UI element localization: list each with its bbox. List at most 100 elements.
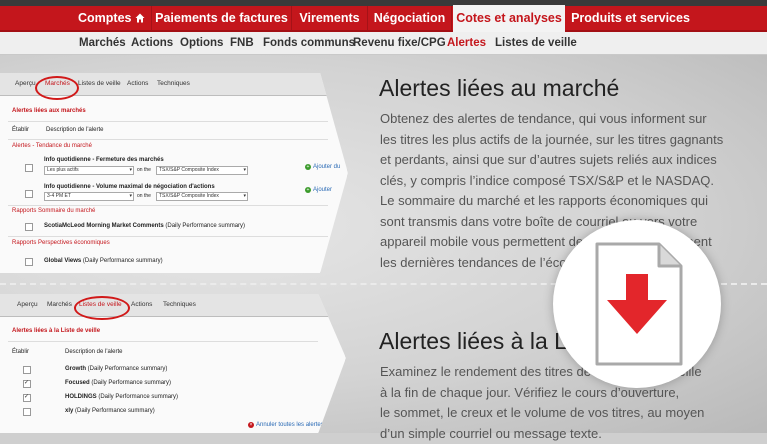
nav-produits-services[interactable]: Produits et services — [565, 6, 696, 30]
watchlist-item: Growth (Daily Performance summary) — [65, 366, 167, 372]
col-establish: Établir — [12, 127, 29, 133]
nav-virements[interactable]: Virements — [292, 6, 368, 30]
tab-techniques[interactable]: Techniques — [163, 294, 196, 316]
alert-select[interactable]: 3-4 PM ET — [44, 192, 134, 201]
nav-negociation-label: Négociation — [374, 11, 446, 25]
text-line: clés, y compris l’indice composé TSX/S&P… — [380, 171, 723, 192]
alert-checkbox[interactable] — [25, 164, 33, 172]
add-alert-link[interactable]: +Ajouter du — [305, 164, 340, 170]
watchlist-checkbox[interactable] — [23, 408, 31, 416]
on-the-label: on the — [137, 193, 151, 199]
section1-title: Alertes liées au marché — [379, 75, 619, 102]
section-outlook: Rapports Perspectives économiques — [12, 240, 110, 246]
subnav-options[interactable]: Options — [180, 32, 223, 54]
add-alert-label: Ajouter du — [313, 164, 340, 170]
tab-actions[interactable]: Actions — [131, 294, 152, 316]
text-line: Obtenez des alertes de tendance, qui vou… — [380, 109, 723, 130]
rule — [8, 341, 318, 342]
market-alerts-preview: Aperçu Marchés Listes de veille Actions … — [0, 73, 348, 273]
tab-actions[interactable]: Actions — [127, 73, 148, 95]
add-alert-link[interactable]: +Ajouter — [305, 187, 332, 193]
tab-listes-veille[interactable]: Listes de veille — [78, 73, 121, 95]
watchlist-name: xly — [65, 408, 73, 414]
section-summary: Rapports Sommaire du marché — [12, 208, 95, 214]
nav-paiements-label: Paiements de factures — [155, 11, 288, 25]
subnav-actions[interactable]: Actions — [131, 32, 173, 54]
nav-produits-label: Produits et services — [571, 11, 690, 25]
summary-name: ScotiaMcLeod Morning Market Comments — [44, 223, 164, 229]
subnav-fnb[interactable]: FNB — [230, 32, 254, 54]
cancel-all-link[interactable]: ×Annuler toutes les alertes — [248, 422, 324, 428]
watchlist-checkbox[interactable]: ✓ — [23, 380, 31, 388]
text-line: d’un simple courriel ou message texte. — [380, 424, 704, 444]
watchlist-checkbox[interactable] — [23, 366, 31, 374]
nav-paiements[interactable]: Paiements de factures — [152, 6, 292, 30]
watchlist-alerts-preview: Aperçu Marchés Listes de veille Actions … — [0, 294, 346, 433]
check-icon: ✓ — [24, 393, 29, 400]
rule — [8, 236, 328, 237]
watchlist-note: (Daily Performance summary) — [88, 366, 168, 372]
text-line: et perdants, ainsi que sur d’autres suje… — [380, 150, 723, 171]
alert-title: Info quotidienne - Volume maximal de nég… — [44, 184, 215, 190]
main-nav: Comptes Paiements de factures Virements … — [0, 6, 767, 32]
alert-checkbox[interactable] — [25, 190, 33, 198]
alert-checkbox[interactable] — [25, 258, 33, 266]
subnav-listes-veille[interactable]: Listes de veille — [495, 32, 577, 54]
col-description: Description de l'alerte — [65, 349, 123, 355]
nav-cotes-analyses[interactable]: Cotes et analyses — [453, 5, 565, 32]
highlight-circle — [35, 76, 79, 100]
watchlist-name: Focused — [65, 380, 90, 386]
check-icon: ✓ — [24, 379, 29, 386]
watchlist-note: (Daily Performance summary) — [91, 380, 171, 386]
add-icon: + — [305, 187, 311, 193]
nav-comptes-label: Comptes — [78, 11, 131, 25]
preview-tabs: Aperçu Marchés Listes de veille Actions … — [0, 294, 346, 317]
watchlist-checkbox[interactable]: ✓ — [23, 394, 31, 402]
watchlist-item: Focused (Daily Performance summary) — [65, 380, 171, 386]
alert-select[interactable]: Les plus actifs — [44, 166, 134, 175]
watchlist-note: (Daily Performance summary) — [98, 394, 178, 400]
outlook-item: Global Views (Daily Performance summary) — [44, 258, 163, 264]
alert-title: Info quotidienne - Fermeture des marchés — [44, 157, 164, 163]
outlook-note: (Daily Performance summary) — [83, 258, 163, 264]
panel-heading: Alertes liées à la Liste de veille — [12, 328, 100, 334]
nav-cotes-label: Cotes et analyses — [456, 11, 562, 25]
download-button[interactable] — [553, 220, 721, 388]
highlight-circle — [74, 296, 130, 320]
tab-techniques[interactable]: Techniques — [157, 73, 190, 95]
rule — [8, 121, 328, 122]
text-line: Le sommaire du marché et les rapports éc… — [380, 191, 723, 212]
home-icon — [135, 13, 145, 23]
text-line: le sommet, le creux et le volume de vos … — [380, 403, 704, 424]
sub-nav: Marchés Actions Options FNB Fonds commun… — [0, 32, 767, 55]
nav-negociation[interactable]: Négociation — [368, 6, 452, 30]
subnav-fonds-communs[interactable]: Fonds communs — [263, 32, 355, 54]
watchlist-item: xly (Daily Performance summary) — [65, 408, 155, 414]
alert-checkbox[interactable] — [25, 223, 33, 231]
cancel-all-label: Annuler toutes les alertes — [256, 422, 324, 428]
subnav-marches[interactable]: Marchés — [79, 32, 126, 54]
rule — [8, 205, 328, 206]
watchlist-note: (Daily Performance summary) — [75, 408, 155, 414]
watchlist-name: Growth — [65, 366, 86, 372]
on-the-label: on the — [137, 167, 151, 173]
text-line: les titres les plus actifs de la journée… — [380, 130, 723, 151]
subnav-revenu-fixe[interactable]: Revenu fixe/CPG — [353, 32, 446, 54]
summary-note: (Daily Performance summary) — [165, 223, 245, 229]
section-trend: Alertes - Tendance du marché — [12, 143, 92, 149]
add-alert-label: Ajouter — [313, 187, 332, 193]
index-select[interactable]: TSX/S&P Composite Index — [156, 192, 248, 201]
nav-comptes[interactable]: Comptes — [72, 6, 152, 30]
watchlist-name: HOLDINGS — [65, 394, 97, 400]
index-select[interactable]: TSX/S&P Composite Index — [156, 166, 248, 175]
tab-marches[interactable]: Marchés — [47, 294, 72, 316]
tab-apercu[interactable]: Aperçu — [15, 73, 36, 95]
outlook-name: Global Views — [44, 258, 81, 264]
rule — [8, 139, 328, 140]
watchlist-item: HOLDINGS (Daily Performance summary) — [65, 394, 178, 400]
tab-apercu[interactable]: Aperçu — [17, 294, 38, 316]
subnav-alertes[interactable]: Alertes — [447, 32, 486, 54]
nav-virements-label: Virements — [299, 11, 359, 25]
col-description: Description de l'alerte — [46, 127, 104, 133]
download-document-icon — [553, 220, 721, 388]
